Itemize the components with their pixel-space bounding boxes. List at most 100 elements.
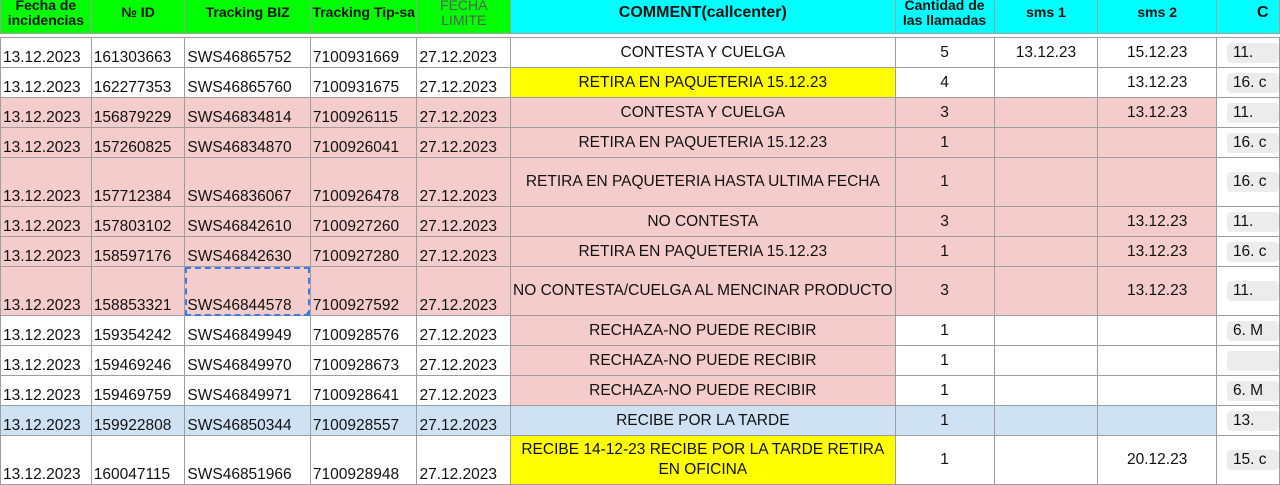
cell-tracking-tipsa[interactable]: 7100926041 (309, 127, 418, 158)
cell-sms-2[interactable]: 13.12.23 (1097, 67, 1217, 98)
cell-tracking-tipsa[interactable]: 7100927592 (309, 266, 418, 316)
cell-tracking-biz[interactable]: SWS46842630 (184, 236, 311, 267)
header-extra-column[interactable]: C (1215, 0, 1280, 34)
cell-tracking-tipsa[interactable]: 7100931675 (309, 67, 418, 98)
cell-tracking-biz[interactable]: SWS46849949 (184, 315, 311, 346)
cell-sms-2[interactable]: 15.12.23 (1097, 37, 1217, 68)
header-fecha-incidencias[interactable]: Fecha de incidencias (0, 0, 92, 34)
cell-tracking-biz[interactable]: SWS46834814 (184, 97, 311, 128)
cell-extra[interactable]: 11. (1215, 206, 1280, 237)
cell-sms-1[interactable] (993, 375, 1099, 406)
cell-fecha-incidencias[interactable]: 13.12.2023 (0, 266, 92, 316)
cell-cantidad-llamadas[interactable]: 3 (894, 206, 995, 237)
cell-fecha-incidencias[interactable]: 13.12.2023 (0, 37, 92, 68)
cell-sms-1[interactable] (993, 405, 1099, 436)
cell-fecha-incidencias[interactable]: 13.12.2023 (0, 435, 92, 485)
cell-sms-1[interactable] (993, 236, 1099, 267)
cell-tracking-biz[interactable]: SWS46865760 (184, 67, 311, 98)
cell-sms-2[interactable] (1097, 127, 1217, 158)
cell-tracking-tipsa[interactable]: 7100931669 (309, 37, 418, 68)
cell-comment[interactable]: RECHAZA-NO PUEDE RECIBIR (510, 375, 896, 406)
cell-id[interactable]: 157803102 (90, 206, 186, 237)
selection-fill-handle[interactable] (305, 311, 310, 315)
cell-tracking-biz[interactable]: SWS46849970 (184, 345, 311, 376)
cell-fecha-limite[interactable]: 27.12.2023 (416, 37, 512, 68)
cell-sms-2[interactable]: 13.12.23 (1097, 206, 1217, 237)
cell-tracking-tipsa[interactable]: 7100928557 (309, 405, 418, 436)
cell-fecha-incidencias[interactable]: 13.12.2023 (0, 206, 92, 237)
cell-fecha-limite[interactable]: 27.12.2023 (416, 315, 512, 346)
cell-comment[interactable]: RETIRA EN PAQUETERIA 15.12.23 (510, 127, 896, 158)
cell-extra[interactable]: 16. c (1215, 236, 1280, 267)
cell-comment[interactable]: NO CONTESTA (510, 206, 896, 237)
cell-sms-2[interactable] (1097, 157, 1217, 207)
cell-fecha-limite[interactable]: 27.12.2023 (416, 206, 512, 237)
header-cantidad-llamadas[interactable]: Cantidad de las llamadas (894, 0, 995, 34)
cell-cantidad-llamadas[interactable]: 5 (894, 37, 995, 68)
cell-sms-1[interactable] (993, 206, 1099, 237)
cell-sms-1[interactable] (993, 266, 1099, 316)
cell-extra[interactable]: 16. c (1215, 67, 1280, 98)
cell-fecha-incidencias[interactable]: 13.12.2023 (0, 236, 92, 267)
cell-tracking-biz[interactable]: SWS46836067 (184, 157, 311, 207)
cell-sms-2[interactable] (1097, 375, 1217, 406)
header-sms-1[interactable]: sms 1 (993, 0, 1099, 34)
cell-fecha-limite[interactable]: 27.12.2023 (416, 236, 512, 267)
cell-cantidad-llamadas[interactable]: 3 (894, 97, 995, 128)
cell-cantidad-llamadas[interactable]: 1 (894, 435, 995, 485)
cell-cantidad-llamadas[interactable]: 1 (894, 345, 995, 376)
cell-cantidad-llamadas[interactable]: 1 (894, 157, 995, 207)
cell-extra[interactable]: 16. c (1215, 157, 1280, 207)
cell-id[interactable]: 160047115 (90, 435, 186, 485)
cell-tracking-tipsa[interactable]: 7100926478 (309, 157, 418, 207)
cell-comment[interactable]: RETIRA EN PAQUETERIA 15.12.23 (510, 236, 896, 267)
cell-fecha-incidencias[interactable]: 13.12.2023 (0, 315, 92, 346)
cell-tracking-biz[interactable]: SWS46851966 (184, 435, 311, 485)
cell-comment[interactable]: RETIRA EN PAQUETERIA 15.12.23 (510, 67, 896, 98)
cell-comment[interactable]: RETIRA EN PAQUETERIA HASTA ULTIMA FECHA (510, 157, 896, 207)
cell-extra[interactable] (1215, 345, 1280, 376)
cell-sms-2[interactable]: 13.12.23 (1097, 236, 1217, 267)
cell-fecha-incidencias[interactable]: 13.12.2023 (0, 97, 92, 128)
cell-cantidad-llamadas[interactable]: 1 (894, 405, 995, 436)
cell-fecha-limite[interactable]: 27.12.2023 (416, 435, 512, 485)
cell-fecha-limite[interactable]: 27.12.2023 (416, 127, 512, 158)
cell-id[interactable]: 162277353 (90, 67, 186, 98)
header-fecha-limite[interactable]: FECHA LIMITE (416, 0, 512, 34)
header-tracking-biz[interactable]: Tracking BIZ (184, 0, 311, 34)
cell-cantidad-llamadas[interactable]: 4 (894, 67, 995, 98)
cell-sms-1[interactable] (993, 127, 1099, 158)
cell-id[interactable]: 157260825 (90, 127, 186, 158)
cell-fecha-limite[interactable]: 27.12.2023 (416, 157, 512, 207)
cell-id[interactable]: 157712384 (90, 157, 186, 207)
header-tracking-tipsa[interactable]: Tracking Tip-sa (309, 0, 418, 34)
header-comment-callcenter[interactable]: COMMENT(callcenter) (510, 0, 896, 34)
cell-fecha-incidencias[interactable]: 13.12.2023 (0, 157, 92, 207)
cell-id[interactable]: 161303663 (90, 37, 186, 68)
cell-cantidad-llamadas[interactable]: 1 (894, 236, 995, 267)
cell-cantidad-llamadas[interactable]: 1 (894, 315, 995, 346)
cell-cantidad-llamadas[interactable]: 3 (894, 266, 995, 316)
cell-sms-1[interactable] (993, 435, 1099, 485)
cell-comment[interactable]: RECHAZA-NO PUEDE RECIBIR (510, 345, 896, 376)
cell-fecha-limite[interactable]: 27.12.2023 (416, 97, 512, 128)
cell-tracking-biz[interactable]: SWS46842610 (184, 206, 311, 237)
cell-sms-2[interactable] (1097, 345, 1217, 376)
cell-fecha-incidencias[interactable]: 13.12.2023 (0, 405, 92, 436)
cell-tracking-biz[interactable]: SWS46834870 (184, 127, 311, 158)
cell-tracking-biz[interactable]: SWS46865752 (184, 37, 311, 68)
selected-cell[interactable]: SWS46844578 (184, 266, 311, 316)
header-sms-2[interactable]: sms 2 (1097, 0, 1217, 34)
cell-sms-2[interactable] (1097, 405, 1217, 436)
cell-id[interactable]: 158853321 (90, 266, 186, 316)
cell-cantidad-llamadas[interactable]: 1 (894, 375, 995, 406)
cell-sms-1[interactable] (993, 315, 1099, 346)
cell-tracking-tipsa[interactable]: 7100927260 (309, 206, 418, 237)
cell-extra[interactable]: 6. M (1215, 315, 1280, 346)
cell-extra[interactable]: 16. c (1215, 127, 1280, 158)
cell-fecha-limite[interactable]: 27.12.2023 (416, 375, 512, 406)
cell-sms-2[interactable]: 13.12.23 (1097, 266, 1217, 316)
cell-id[interactable]: 156879229 (90, 97, 186, 128)
cell-comment[interactable]: RECHAZA-NO PUEDE RECIBIR (510, 315, 896, 346)
cell-id[interactable]: 158597176 (90, 236, 186, 267)
